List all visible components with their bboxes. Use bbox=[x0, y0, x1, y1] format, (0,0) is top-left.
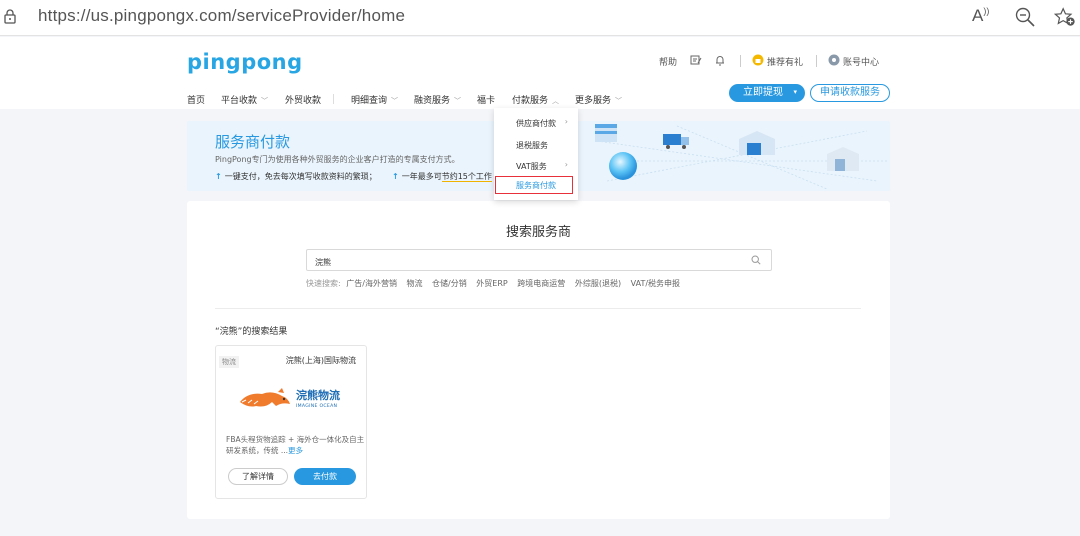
address-bar[interactable]: https://us.pingpongx.com/serviceProvider… bbox=[38, 6, 405, 26]
apply-receipt-service-button[interactable]: 申请收款服务 bbox=[810, 84, 890, 102]
nav-financing[interactable]: 融资服务 ﹀ bbox=[414, 93, 461, 106]
building-icon bbox=[827, 147, 859, 171]
quick-tag[interactable]: 广告/海外营销 bbox=[346, 279, 397, 288]
quick-tag[interactable]: 仓储/分销 bbox=[432, 279, 467, 288]
menu-item-label: 服务商付款 bbox=[516, 181, 556, 190]
banner-feature-2: ↑ 一年最多可节约15个工作 bbox=[392, 171, 492, 182]
header-separator bbox=[740, 55, 741, 67]
nav-label: 首页 bbox=[187, 96, 206, 106]
nav-label: 融资服务 bbox=[414, 96, 451, 106]
nav-more-services[interactable]: 更多服务 ﹀ bbox=[575, 93, 622, 106]
zoom-out-icon[interactable] bbox=[1014, 6, 1036, 28]
provider-description: FBA头程货物追踪 + 海外仓一体化及自主研发系统，传统 ...更多 bbox=[226, 434, 366, 456]
nav-label: 更多服务 bbox=[575, 96, 612, 106]
nav-platform-receipts[interactable]: 平台收款 ﹀ bbox=[221, 93, 268, 106]
read-aloud-icon[interactable]: A)) bbox=[972, 6, 994, 28]
results-title: “浣熊”的搜索结果 bbox=[215, 327, 288, 337]
arrow-up-icon: ↑ bbox=[215, 172, 222, 181]
logo-text-cn: 浣熊物流 bbox=[296, 388, 340, 402]
go-pay-button[interactable]: 去付款 bbox=[294, 468, 356, 485]
chevron-right-icon: › bbox=[564, 160, 568, 169]
header-separator bbox=[816, 55, 817, 67]
provider-logo: 浣熊物流 IMAGINE OCEAN bbox=[240, 388, 340, 409]
feature-text: 一键支付，免去每次填写收款资料的繁琐； bbox=[224, 172, 377, 181]
quick-tag[interactable]: 物流 bbox=[407, 279, 423, 288]
nav-label: 明细查询 bbox=[351, 96, 388, 106]
search-input[interactable] bbox=[315, 252, 745, 273]
chevron-down-icon: ▾ bbox=[793, 89, 797, 96]
divider bbox=[215, 308, 861, 309]
recommend-link[interactable]: 推荐有礼 bbox=[767, 55, 803, 68]
truck-icon bbox=[663, 134, 689, 149]
chevron-up-icon: ︿ bbox=[552, 97, 560, 105]
nav-fuka[interactable]: 福卡 bbox=[477, 93, 495, 106]
gift-badge-icon bbox=[752, 54, 764, 66]
feature-text: 一年最多可 bbox=[401, 172, 442, 181]
nav-label: 外贸收款 bbox=[285, 96, 322, 106]
browser-bar: https://us.pingpongx.com/serviceProvider… bbox=[0, 0, 1080, 36]
withdraw-now-button[interactable]: 立即提现 ▾ bbox=[729, 84, 805, 102]
pingpong-logo[interactable]: pingpong bbox=[187, 50, 303, 74]
more-link[interactable]: 更多 bbox=[288, 446, 303, 455]
banner-title: 服务商付款 bbox=[215, 133, 291, 151]
quick-tag[interactable]: 外贸ERP bbox=[476, 279, 507, 288]
provider-card[interactable]: 物流 浣熊(上海)国际物流 浣熊物流 IMAGINE OCEAN FBA头程货物… bbox=[215, 345, 367, 499]
nav-separator bbox=[333, 94, 334, 104]
menu-item-tax-refund[interactable]: 退税服务 bbox=[516, 140, 548, 151]
banner-feature-1: ↑ 一键支付，免去每次填写收款资料的繁琐； bbox=[215, 171, 377, 182]
help-link[interactable]: 帮助 bbox=[659, 55, 677, 68]
quick-tag[interactable]: 外综服(退税) bbox=[575, 279, 621, 288]
account-center-link[interactable]: 账号中心 bbox=[843, 55, 879, 68]
read-aloud-glyph: A bbox=[972, 6, 984, 25]
chevron-down-icon: ﹀ bbox=[261, 97, 269, 105]
warehouse-icon bbox=[739, 131, 775, 155]
logistics-illustration bbox=[595, 124, 887, 190]
bell-icon[interactable] bbox=[714, 54, 726, 66]
lock-icon[interactable] bbox=[4, 9, 16, 24]
chevron-down-icon: ﹀ bbox=[391, 97, 399, 105]
chevron-right-icon: › bbox=[564, 117, 568, 126]
view-details-button[interactable]: 了解详情 bbox=[228, 468, 288, 485]
withdraw-label: 立即提现 bbox=[743, 87, 783, 98]
search-panel: 搜索服务商 快速搜索: 广告/海外营销 物流 仓储/分销 外贸ERP 跨境电商运… bbox=[187, 201, 890, 519]
nav-trade-receipts[interactable]: 外贸收款 bbox=[285, 93, 321, 106]
provider-name: 浣熊(上海)国际物流 bbox=[285, 356, 356, 365]
payment-services-dropdown: 供应商付款 › 退税服务 VAT服务 › 服务商付款 bbox=[494, 108, 578, 200]
edit-note-icon[interactable] bbox=[690, 54, 702, 66]
banner-subtitle: PingPong专门为使用各种外贸服务的企业客户打造的专属支付方式。 bbox=[215, 155, 460, 164]
quick-tag[interactable]: 跨境电商运营 bbox=[517, 279, 565, 288]
nav-details[interactable]: 明细查询 ﹀ bbox=[351, 93, 398, 106]
favorites-icon[interactable] bbox=[1054, 6, 1076, 28]
search-title: 搜索服务商 bbox=[505, 225, 571, 240]
nav-label: 平台收款 bbox=[221, 96, 258, 106]
raccoon-icon bbox=[240, 388, 290, 407]
search-box[interactable] bbox=[306, 249, 772, 273]
arrow-up-icon: ↑ bbox=[392, 172, 399, 181]
account-icon bbox=[828, 54, 840, 66]
category-tag: 物流 bbox=[219, 356, 239, 368]
chevron-down-icon: ﹀ bbox=[454, 97, 462, 105]
quick-search-label: 快速搜索: bbox=[306, 279, 341, 288]
nav-home[interactable]: 首页 bbox=[187, 93, 205, 106]
nav-label: 付款服务 bbox=[512, 96, 549, 106]
nav-payment-services[interactable]: 付款服务 ︿ bbox=[512, 93, 559, 106]
quick-search: 快速搜索: 广告/海外营销 物流 仓储/分销 外贸ERP 跨境电商运营 外综服(… bbox=[306, 278, 687, 289]
logo-text-en: IMAGINE OCEAN bbox=[296, 403, 337, 409]
menu-item-vat-service[interactable]: VAT服务 bbox=[516, 161, 547, 172]
site-header: pingpong 帮助 推荐有礼 账号中心 首页 平台收款 ﹀ 外贸收款 明细查询… bbox=[0, 37, 1080, 109]
quick-tag[interactable]: VAT/税务申报 bbox=[631, 279, 680, 288]
menu-item-service-provider-payment[interactable]: 服务商付款 bbox=[495, 176, 573, 194]
menu-item-supplier-payment[interactable]: 供应商付款 bbox=[516, 118, 556, 129]
search-icon[interactable] bbox=[751, 255, 761, 265]
nav-label: 福卡 bbox=[477, 96, 496, 106]
chevron-down-icon: ﹀ bbox=[615, 97, 623, 105]
feature-highlight: 节约15个工作 bbox=[441, 172, 492, 182]
